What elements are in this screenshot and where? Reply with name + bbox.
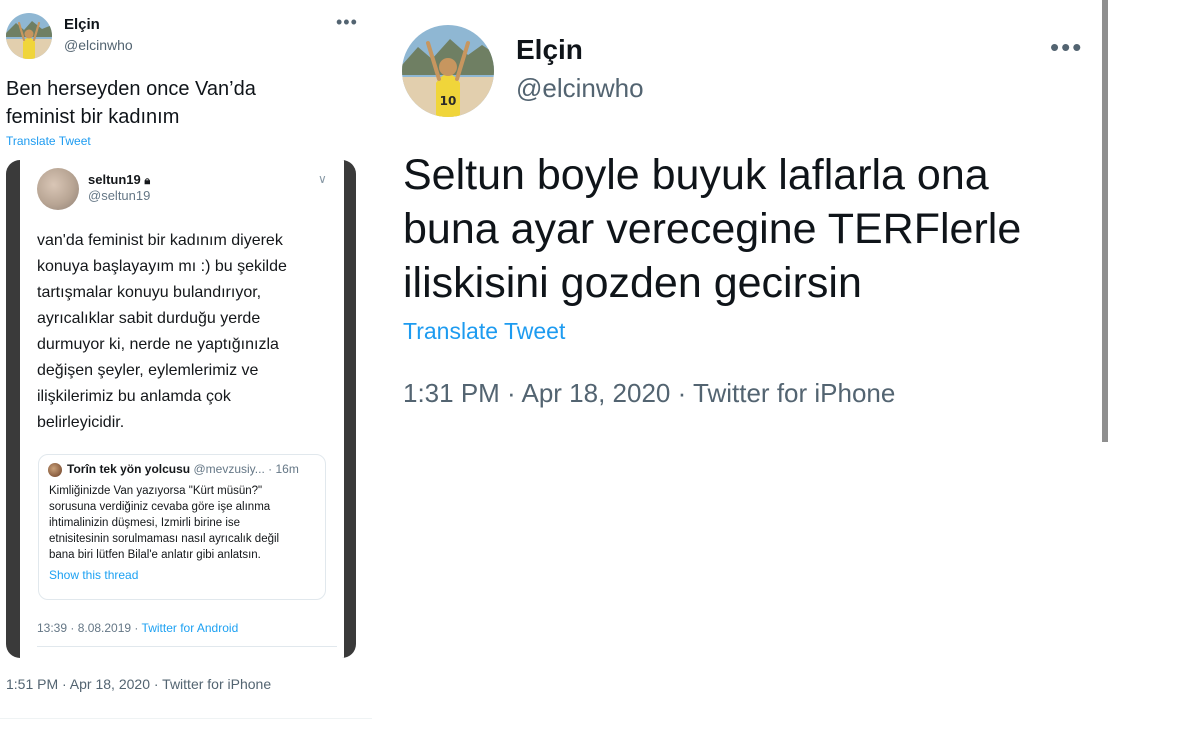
screenshot-timestamp: 13:39 · 8.08.2019 · Twitter for Android — [37, 621, 238, 635]
screenshot-author-avatar — [37, 168, 79, 210]
quoted-author-name: Torîn tek yön yolcusu — [67, 462, 191, 476]
quoted-tweet-time: · 16m — [268, 462, 299, 476]
screenshot-text-line: ayrıcalıklar sabit durduğu yerde — [37, 310, 261, 327]
translate-tweet-link[interactable]: Translate Tweet — [403, 318, 565, 345]
lock-icon: 🔒︎ — [144, 175, 151, 187]
screenshot-tweet-text: van'da feminist bir kadınım diyerek konu… — [37, 228, 337, 436]
screenshot-text-line: belirleyicidir. — [37, 414, 125, 431]
screenshot-source: Twitter for Android — [141, 621, 239, 635]
tweet-text-line: Seltun boyle buyuk laflarla ona — [403, 151, 989, 199]
screenshot-text-line: durmuyor ki, nerde ne yaptığınızla — [37, 336, 279, 353]
screenshot-text-line: tartışmalar konuyu bulandırıyor, — [37, 284, 262, 301]
more-horizontal-icon[interactable]: ••• — [1050, 32, 1083, 63]
author-avatar[interactable] — [6, 13, 52, 59]
right-tweet: 10 Elçin @elcinwho ••• Seltun boyle buyu… — [372, 0, 1200, 738]
translate-tweet-link[interactable]: Translate Tweet — [6, 134, 91, 148]
avatar-photo: 10 — [402, 25, 494, 117]
svg-text:10: 10 — [440, 94, 457, 108]
screenshot-divider — [37, 646, 337, 647]
quoted-tweet-header: Torîn tek yön yolcusu @mevzusiy... · 16m — [67, 462, 299, 476]
more-horizontal-icon[interactable]: ••• — [336, 12, 358, 33]
tweet-text-line: Ben herseyden once Van’da — [6, 78, 256, 100]
tweet-text-line: buna ayar verecegine TERFlerle — [403, 205, 1022, 253]
author-name[interactable]: Elçin — [64, 16, 100, 33]
quoted-author-avatar — [48, 463, 62, 477]
show-thread-link: Show this thread — [49, 568, 139, 582]
tweet-timestamp[interactable]: 1:31 PM · Apr 18, 2020 · Twitter for iPh… — [403, 378, 895, 409]
screenshot-tweet-card: seltun19 🔒︎ @seltun19 ∨ van'da feminist … — [20, 160, 344, 658]
screenshot-author-name-text: seltun19 — [88, 172, 141, 187]
screenshot-author-handle: @seltun19 — [88, 188, 151, 203]
quoted-tweet: Torîn tek yön yolcusu @mevzusiy... · 16m… — [38, 454, 326, 600]
divider — [0, 718, 372, 719]
quoted-text-line: etnisitesinin sorulmaması nasıl ayrıcalı… — [49, 533, 280, 545]
quoted-text-line: sorusuna verdiğiniz cevaba göre işe alın… — [49, 501, 271, 513]
screenshot-text-line: konuya başlayayım mı :) bu şekilde — [37, 258, 287, 275]
author-handle[interactable]: @elcinwho — [64, 37, 133, 53]
avatar-photo — [6, 13, 52, 59]
tweet-text-line: feminist bir kadınım — [6, 106, 180, 128]
tweet-timestamp[interactable]: 1:51 PM · Apr 18, 2020 · Twitter for iPh… — [6, 676, 271, 692]
author-handle[interactable]: @elcinwho — [516, 73, 644, 104]
attached-screenshot[interactable]: seltun19 🔒︎ @seltun19 ∨ van'da feminist … — [6, 160, 356, 658]
tweet-text: Seltun boyle buyuk laflarla ona buna aya… — [403, 148, 1063, 310]
quoted-text-line: ihtimalinizin düşmesi, Izmirli birine is… — [49, 517, 241, 529]
author-name[interactable]: Elçin — [516, 34, 583, 66]
screenshot-time: 13:39 · 8.08.2019 · — [37, 621, 142, 635]
quoted-author-handle: @mevzusiy... — [193, 462, 265, 476]
screenshot-text-line: değişen şeyler, eylemlerimiz ve — [37, 362, 259, 379]
scrollbar[interactable] — [1102, 0, 1108, 442]
screenshot-text-line: van'da feminist bir kadınım diyerek — [37, 232, 283, 249]
chevron-down-icon: ∨ — [318, 172, 327, 186]
author-avatar[interactable]: 10 — [402, 25, 494, 117]
screenshot-text-line: ilişkilerimiz bu anlamda çok — [37, 388, 231, 405]
screenshot-author-name: seltun19 🔒︎ — [88, 172, 150, 188]
quoted-tweet-text: Kimliğinizde Van yazıyorsa "Kürt müsün?"… — [49, 483, 319, 563]
quoted-text-line: bana biri lütfen Bilal'e anlatır gibi an… — [49, 549, 261, 561]
quoted-text-line: Kimliğinizde Van yazıyorsa "Kürt müsün?" — [49, 485, 263, 497]
tweet-text: Ben herseyden once Van’da feminist bir k… — [6, 75, 336, 131]
left-tweet: Elçin @elcinwho ••• Ben herseyden once V… — [0, 0, 372, 738]
tweet-text-line: iliskisini gozden gecirsin — [403, 259, 862, 307]
